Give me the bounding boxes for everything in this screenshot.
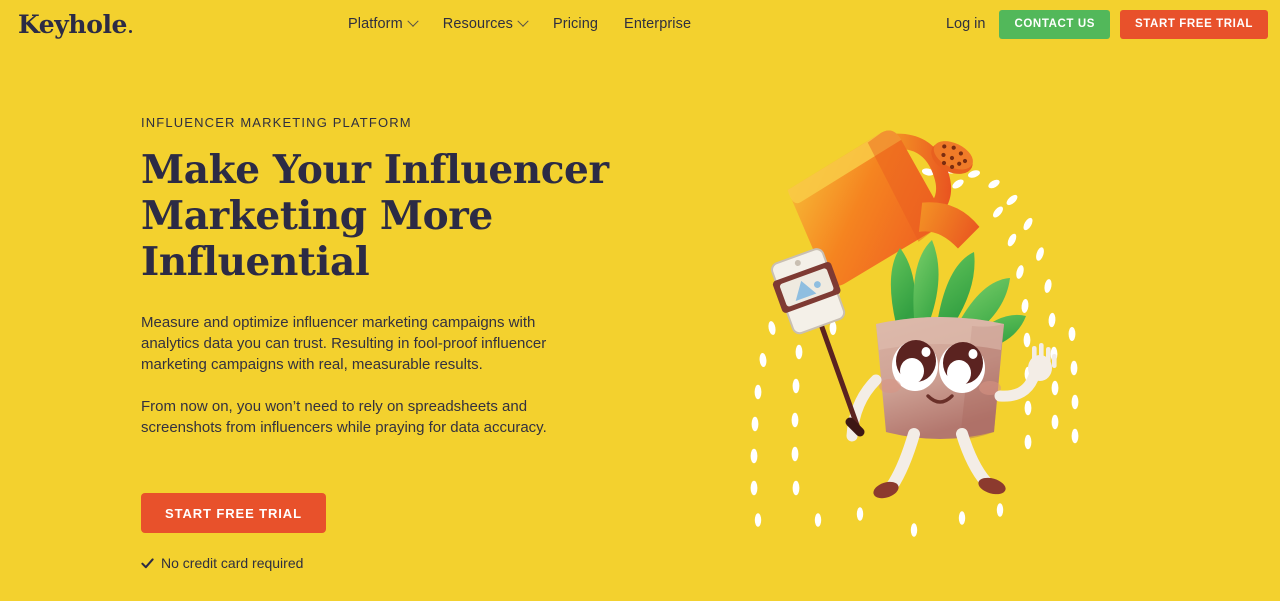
site-header: Keyhole Platform Resources Pricing Enter… [0,0,1280,48]
nav-item-enterprise[interactable]: Enterprise [624,16,691,32]
hero-section: INFLUENCER MARKETING PLATFORM Make Your … [0,48,1280,601]
header-actions: Log in CONTACT US START FREE TRIAL [946,9,1268,39]
nav-item-enterprise-label: Enterprise [624,16,692,32]
login-link[interactable]: Log in [946,16,986,32]
nav-item-resources-label: Resources [442,16,514,32]
hero-paragraph-1: Measure and optimize influencer marketin… [141,314,547,373]
nav-item-pricing[interactable]: Pricing [553,16,598,32]
header-start-free-trial-button[interactable]: START FREE TRIAL [1120,9,1268,39]
no-credit-card-label: No credit card required [161,555,304,571]
brand-logo-trademark-dot [129,29,133,33]
nav-item-resources[interactable]: Resources [442,15,529,32]
hero-headline: Make Your Influencer Marketing More Infl… [141,147,621,285]
brand-logo-text: Keyhole [18,9,128,39]
nav-item-pricing-label: Pricing [553,16,599,32]
chevron-down-icon [517,15,529,27]
hero-paragraph-2: From now on, you won’t need to rely on s… [141,398,547,436]
hero-illustration-svg [750,130,1079,537]
primary-navigation: Platform Resources Pricing Enterprise [348,15,946,32]
chevron-down-icon [407,15,419,27]
nav-item-platform-label: Platform [348,16,403,32]
no-credit-card-note: No credit card required [141,555,660,571]
hero-illustration [700,128,1100,568]
hero-headline-line-1: Make Your Influencer [141,147,609,193]
plant-mascot [771,240,1057,499]
contact-us-button[interactable]: CONTACT US [999,9,1110,39]
brand-logo[interactable]: Keyhole [18,7,348,39]
hero-headline-line-2: Marketing More Influential [141,193,493,285]
hero-copy: INFLUENCER MARKETING PLATFORM Make Your … [0,48,660,601]
nav-item-platform[interactable]: Platform [348,15,419,32]
hero-start-free-trial-button[interactable]: START FREE TRIAL [141,493,326,533]
check-icon [141,557,154,568]
hero-eyebrow: INFLUENCER MARKETING PLATFORM [141,115,412,130]
